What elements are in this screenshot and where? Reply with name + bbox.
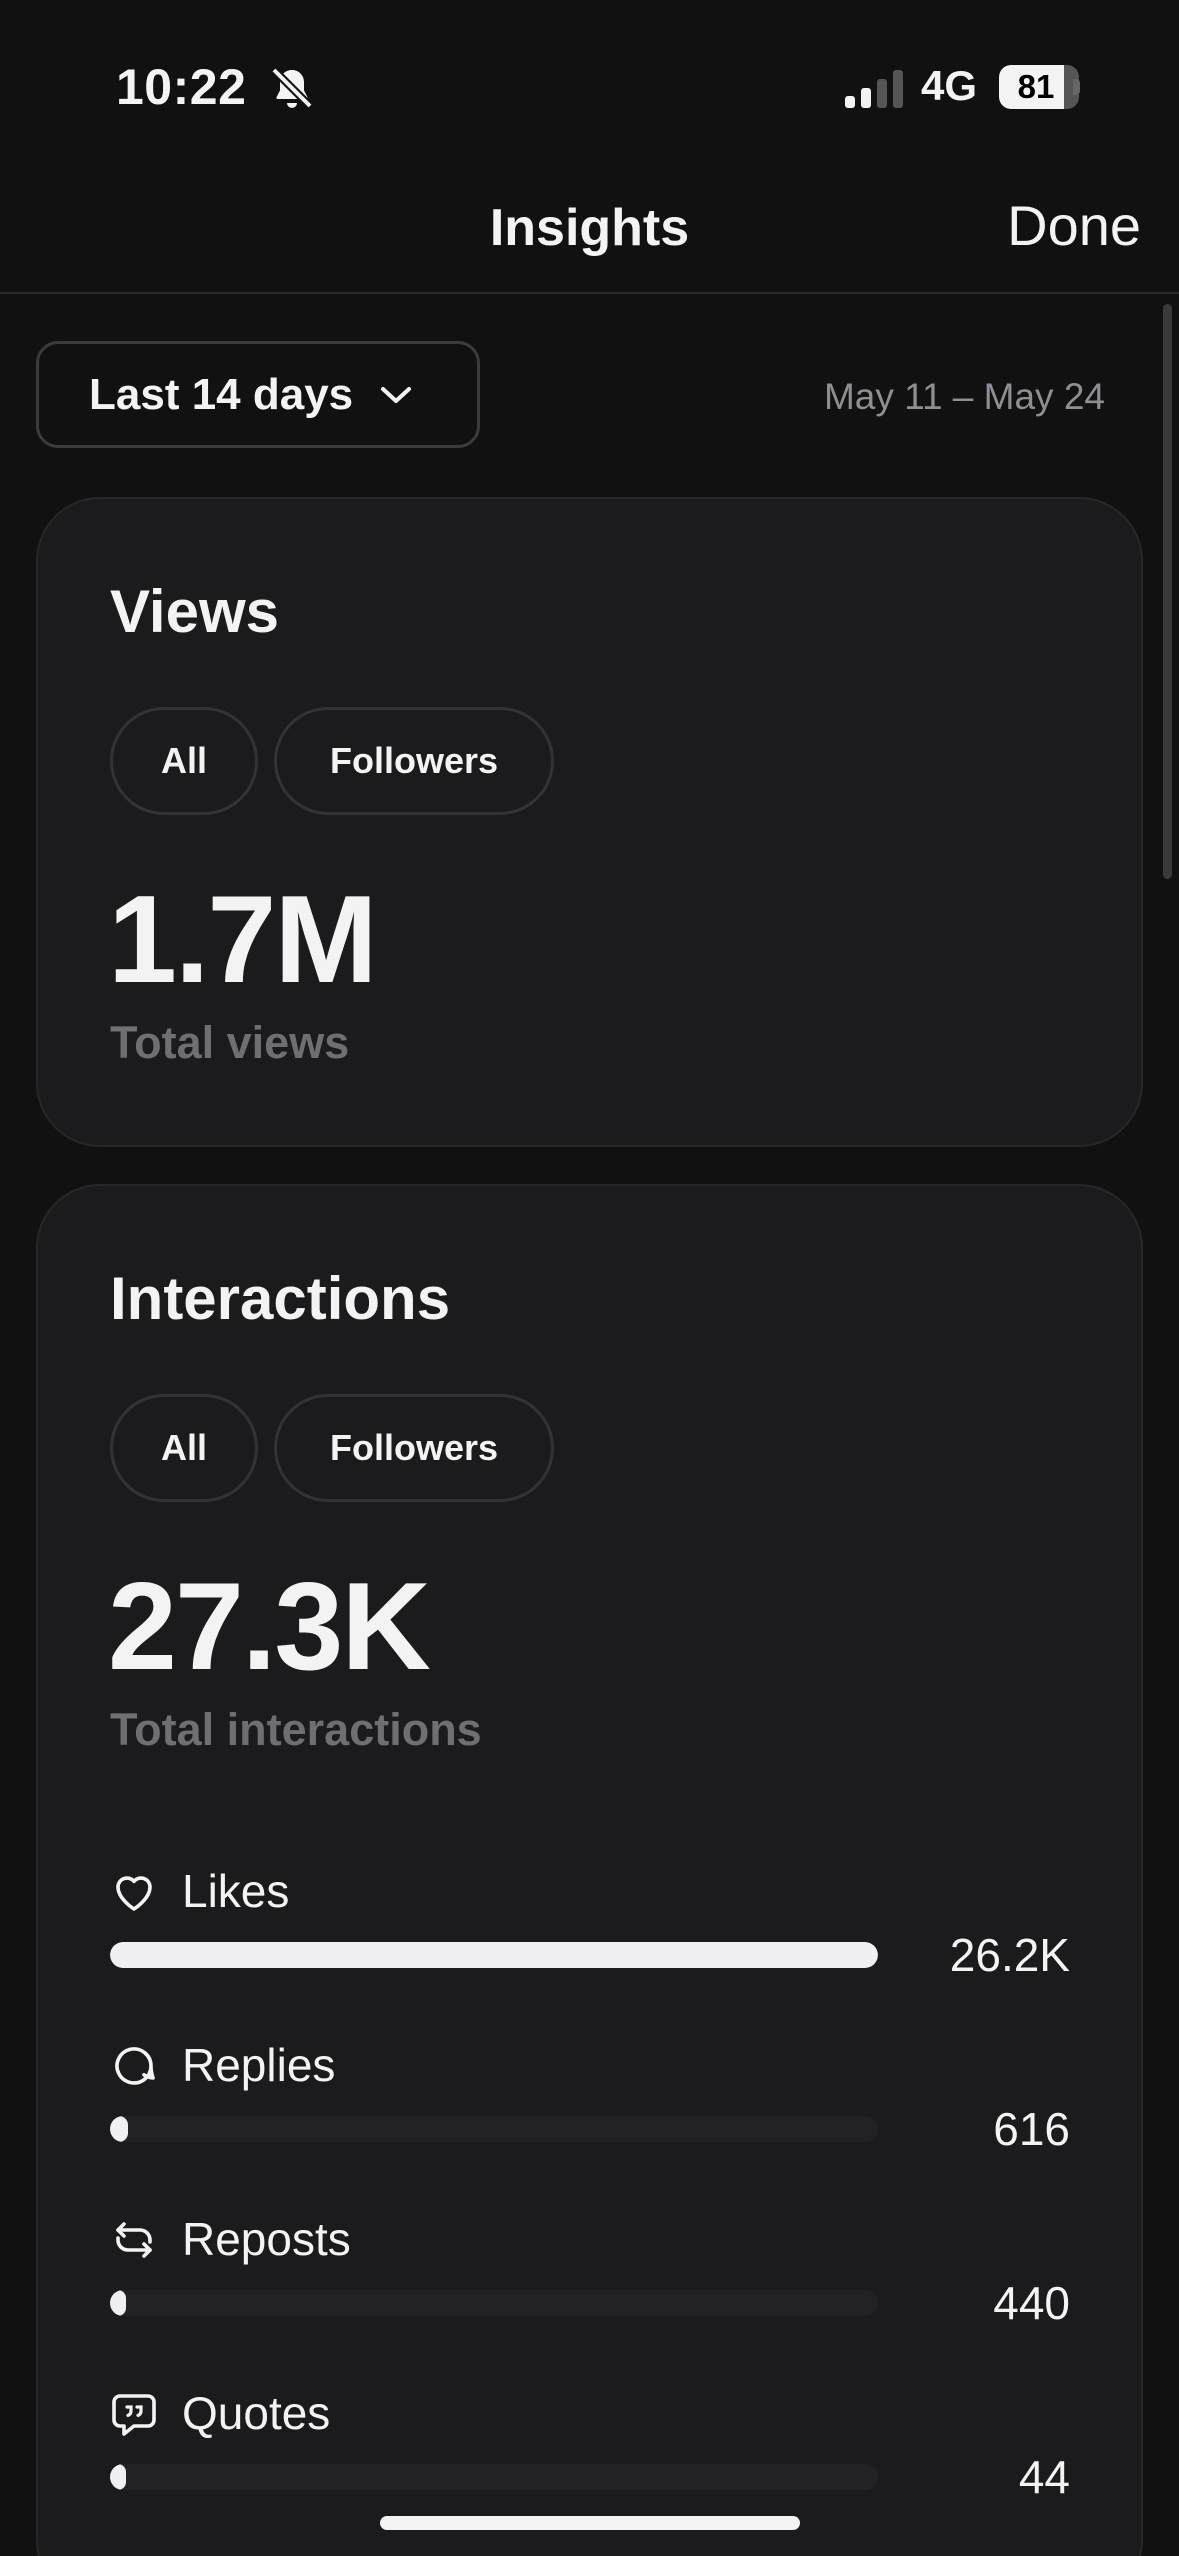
views-filter-all[interactable]: All — [110, 707, 258, 815]
date-range-label: Last 14 days — [89, 369, 354, 419]
header-divider — [0, 292, 1179, 294]
date-range-dropdown[interactable]: Last 14 days — [36, 341, 480, 448]
metric-likes-bar — [110, 1942, 878, 1968]
metric-likes-value: 26.2K — [949, 1929, 1070, 1981]
interactions-total: 27.3K — [108, 1558, 431, 1696]
home-indicator[interactable] — [380, 2516, 800, 2530]
metric-likes-track — [110, 1942, 878, 1968]
quote-bubble-icon — [112, 2394, 156, 2436]
metric-quotes: Quotes 44 — [110, 2387, 1070, 2510]
heart-icon — [116, 1876, 152, 1911]
metric-quotes-value: 44 — [1018, 2451, 1070, 2503]
metric-replies-bar — [110, 2116, 129, 2142]
cellular-signal-icon — [845, 70, 903, 108]
interactions-card: Interactions All Followers 27.3K Total i… — [36, 1184, 1143, 2556]
battery-percent: 81 — [1017, 68, 1055, 105]
chevron-down-icon — [381, 386, 412, 403]
scrollbar[interactable] — [1163, 304, 1172, 879]
metric-replies-value: 616 — [993, 2103, 1070, 2155]
metric-quotes-label: Quotes — [182, 2387, 331, 2439]
metric-reposts-label: Reposts — [182, 2213, 351, 2265]
battery-tip — [1073, 79, 1080, 95]
reply-bubble-icon — [115, 2047, 155, 2085]
metric-quotes-bar — [110, 2464, 126, 2490]
metric-likes: Likes 26.2K — [110, 1865, 1070, 1988]
metric-reposts-track — [110, 2290, 878, 2316]
metric-replies: Replies 616 — [110, 2039, 1070, 2162]
metric-likes-label: Likes — [182, 1865, 290, 1917]
views-title: Views — [110, 578, 280, 645]
insights-screen: 10:22 4G 81 Insights Done Last 14 days M… — [0, 0, 1179, 2556]
views-filter-followers[interactable]: Followers — [274, 707, 554, 815]
metric-replies-label: Replies — [182, 2039, 336, 2091]
network-type: 4G — [921, 62, 978, 109]
views-total: 1.7M — [108, 871, 378, 1009]
metric-reposts-value: 440 — [993, 2277, 1070, 2329]
repost-icon — [116, 2222, 152, 2258]
metric-reposts-bar — [110, 2290, 126, 2316]
interactions-filter-followers[interactable]: Followers — [274, 1394, 554, 1502]
done-button[interactable]: Done — [1007, 193, 1141, 258]
status-time: 10:22 — [116, 59, 247, 115]
views-total-label: Total views — [110, 1017, 350, 1068]
metric-reposts: Reposts 440 — [110, 2213, 1070, 2336]
page-title: Insights — [489, 199, 690, 257]
interactions-title: Interactions — [110, 1265, 451, 1332]
battery-icon: 81 — [999, 65, 1079, 109]
metric-replies-track — [110, 2116, 878, 2142]
bell-muted-icon — [271, 67, 313, 109]
interactions-total-label: Total interactions — [110, 1704, 482, 1755]
interactions-filter-all[interactable]: All — [110, 1394, 258, 1502]
metric-quotes-track — [110, 2464, 878, 2490]
views-card: Views All Followers 1.7M Total views — [36, 497, 1143, 1147]
date-range-text: May 11 – May 24 — [823, 376, 1105, 417]
